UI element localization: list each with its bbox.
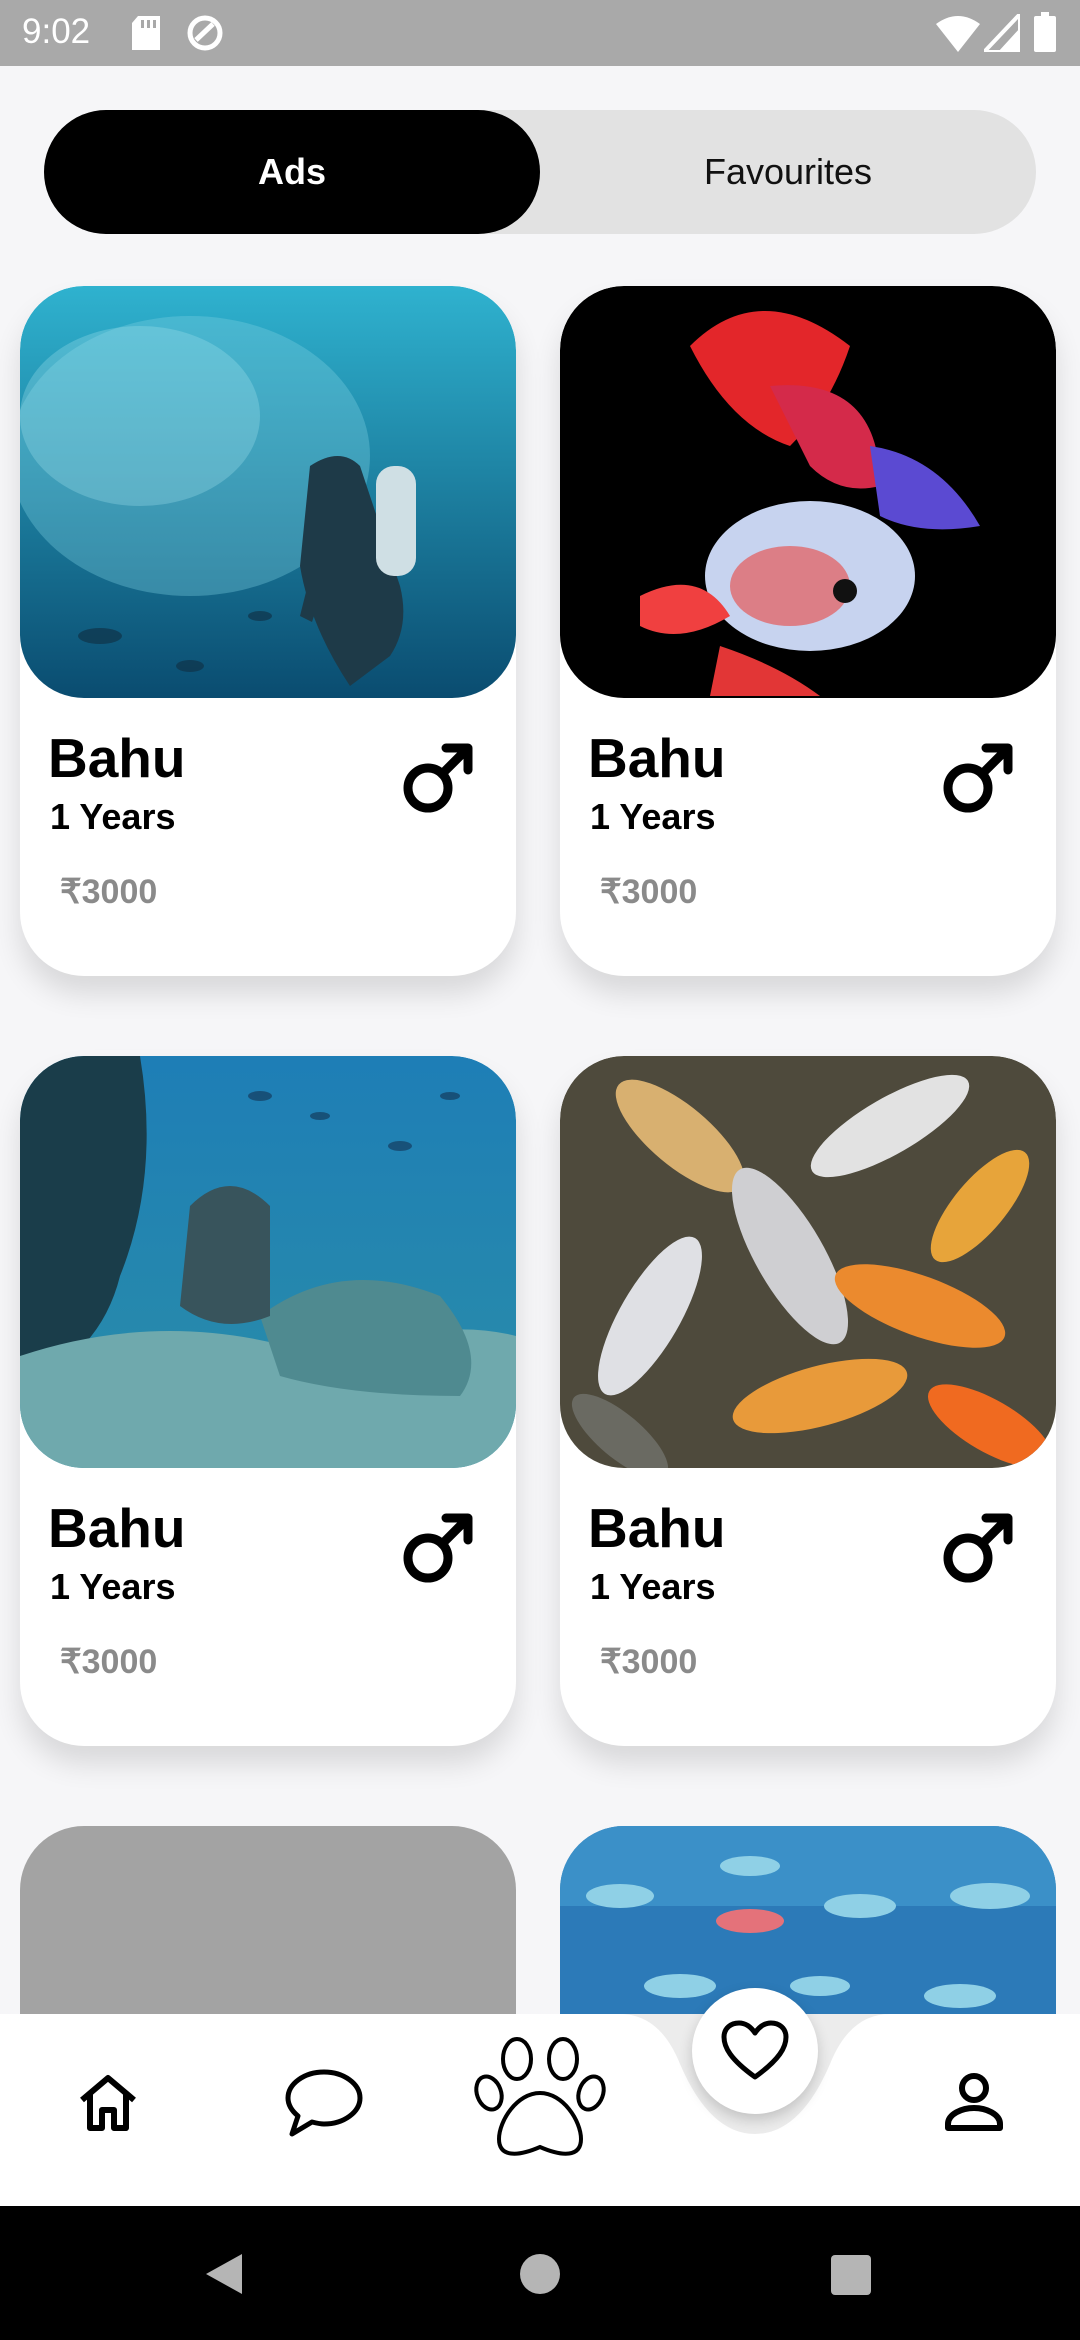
battery-icon <box>1034 12 1056 52</box>
nav-home[interactable] <box>64 2058 152 2146</box>
back-icon[interactable] <box>202 2252 246 2296</box>
pet-price: ₹3000 <box>600 873 698 911</box>
pet-name: Bahu <box>48 727 186 789</box>
home-icon <box>80 2075 136 2131</box>
pet-card[interactable]: Bahu 1 Years ₹3000 <box>20 1056 516 1746</box>
male-icon <box>403 743 473 813</box>
recents-icon[interactable] <box>830 2254 872 2296</box>
tab-favourites[interactable]: Favourites <box>540 110 1036 234</box>
pet-name: Bahu <box>48 1497 186 1559</box>
pet-age: 1 Years <box>590 1566 716 1607</box>
segmented-tabs: Ads Favourites <box>44 110 1036 234</box>
sync-icon <box>187 15 223 51</box>
nav-pets[interactable] <box>470 2028 610 2168</box>
pet-price: ₹3000 <box>60 873 158 911</box>
pet-age: 1 Years <box>50 1566 176 1607</box>
system-nav-bar <box>0 2206 1080 2340</box>
bottom-nav <box>0 2014 1080 2206</box>
pet-card[interactable]: Bahu 1 Years ₹3000 <box>560 286 1056 976</box>
wifi-icon <box>936 16 980 52</box>
pet-card[interactable]: Bahu 1 Years ₹3000 <box>20 286 516 976</box>
nav-profile[interactable] <box>930 2058 1018 2146</box>
pet-age: 1 Years <box>50 796 176 837</box>
status-bar: 9:02 <box>0 0 1080 66</box>
male-icon <box>403 1513 473 1583</box>
pet-image-betta-fish <box>560 286 1056 698</box>
profile-icon <box>945 2073 1003 2131</box>
pet-image-diver-fish-school <box>20 286 516 698</box>
male-icon <box>943 1513 1013 1583</box>
pet-name: Bahu <box>588 727 726 789</box>
pet-image-diver-reef <box>20 1056 516 1468</box>
heart-icon <box>721 2020 789 2080</box>
male-icon <box>943 743 1013 813</box>
nav-chat[interactable] <box>280 2058 368 2146</box>
pet-price: ₹3000 <box>600 1643 698 1681</box>
pet-name: Bahu <box>588 1497 726 1559</box>
pet-image-koi-fish <box>560 1056 1056 1468</box>
status-time: 9:02 <box>22 12 91 51</box>
favourites-fab[interactable] <box>692 1988 818 2114</box>
signal-icon <box>984 14 1020 52</box>
pet-age: 1 Years <box>590 796 716 837</box>
pet-card[interactable]: Bahu 1 Years ₹3000 <box>560 1056 1056 1746</box>
home-circle-icon[interactable] <box>518 2252 562 2296</box>
pet-price: ₹3000 <box>60 1643 158 1681</box>
tab-ads[interactable]: Ads <box>44 110 540 234</box>
paw-icon <box>474 2037 606 2156</box>
sd-card-icon <box>132 16 160 50</box>
chat-icon <box>285 2069 363 2137</box>
